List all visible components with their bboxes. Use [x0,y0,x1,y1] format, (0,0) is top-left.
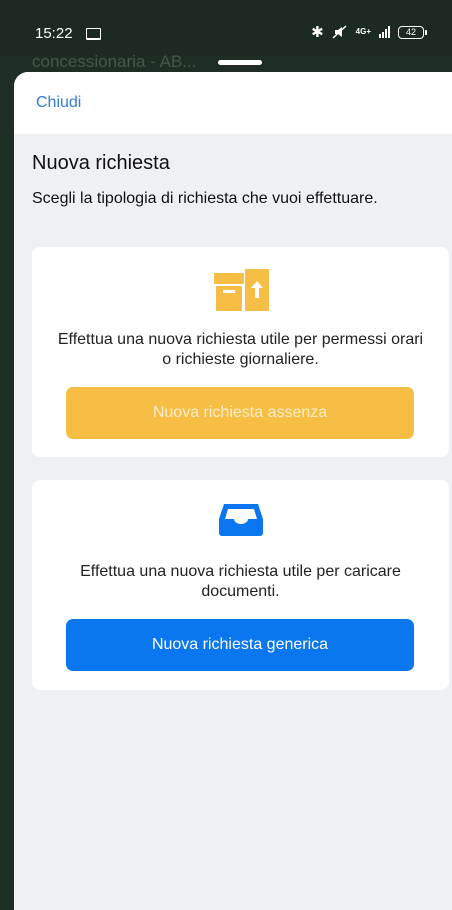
absence-card-description: Effettua una nuova richiesta utile per p… [57,331,424,368]
battery-level: 42 [405,27,416,37]
generic-card-description: Effettua una nuova richiesta utile per c… [80,563,401,600]
sheet-header: Chiudi [14,72,452,134]
network-type: 4G+ [355,27,371,36]
sheet-drag-handle[interactable] [218,60,262,65]
inbox-tray-icon [218,504,263,536]
request-sheet: Chiudi Nuova richiesta Scegli la tipolog… [14,72,452,910]
close-button[interactable]: Chiudi [36,94,81,112]
card-icon-container [32,267,449,313]
new-generic-request-button[interactable]: Nuova richiesta generica [66,619,414,671]
page-subtitle: Scegli la tipologia di richiesta che vuo… [32,190,378,207]
status-icons: ✱ 4G+ 42 [311,22,427,42]
battery-icon: 42 [398,25,427,39]
signal-icon [379,26,390,38]
archive-upload-icon [213,269,269,311]
background-page-title: concessionaria - AB... [32,52,197,71]
mute-icon [332,25,347,39]
absence-request-card: Effettua una nuova richiesta utile per p… [32,247,449,457]
screen-cast-icon [86,28,101,40]
status-bar: 15:22 ✱ 4G+ 42 [0,0,452,56]
generic-request-card: Effettua una nuova richiesta utile per c… [32,480,449,690]
card-icon-container [32,502,449,538]
page-title: Nuova richiesta [32,152,170,174]
new-absence-request-button[interactable]: Nuova richiesta assenza [66,387,414,439]
status-time: 15:22 [35,25,73,42]
bluetooth-icon: ✱ [311,24,324,41]
